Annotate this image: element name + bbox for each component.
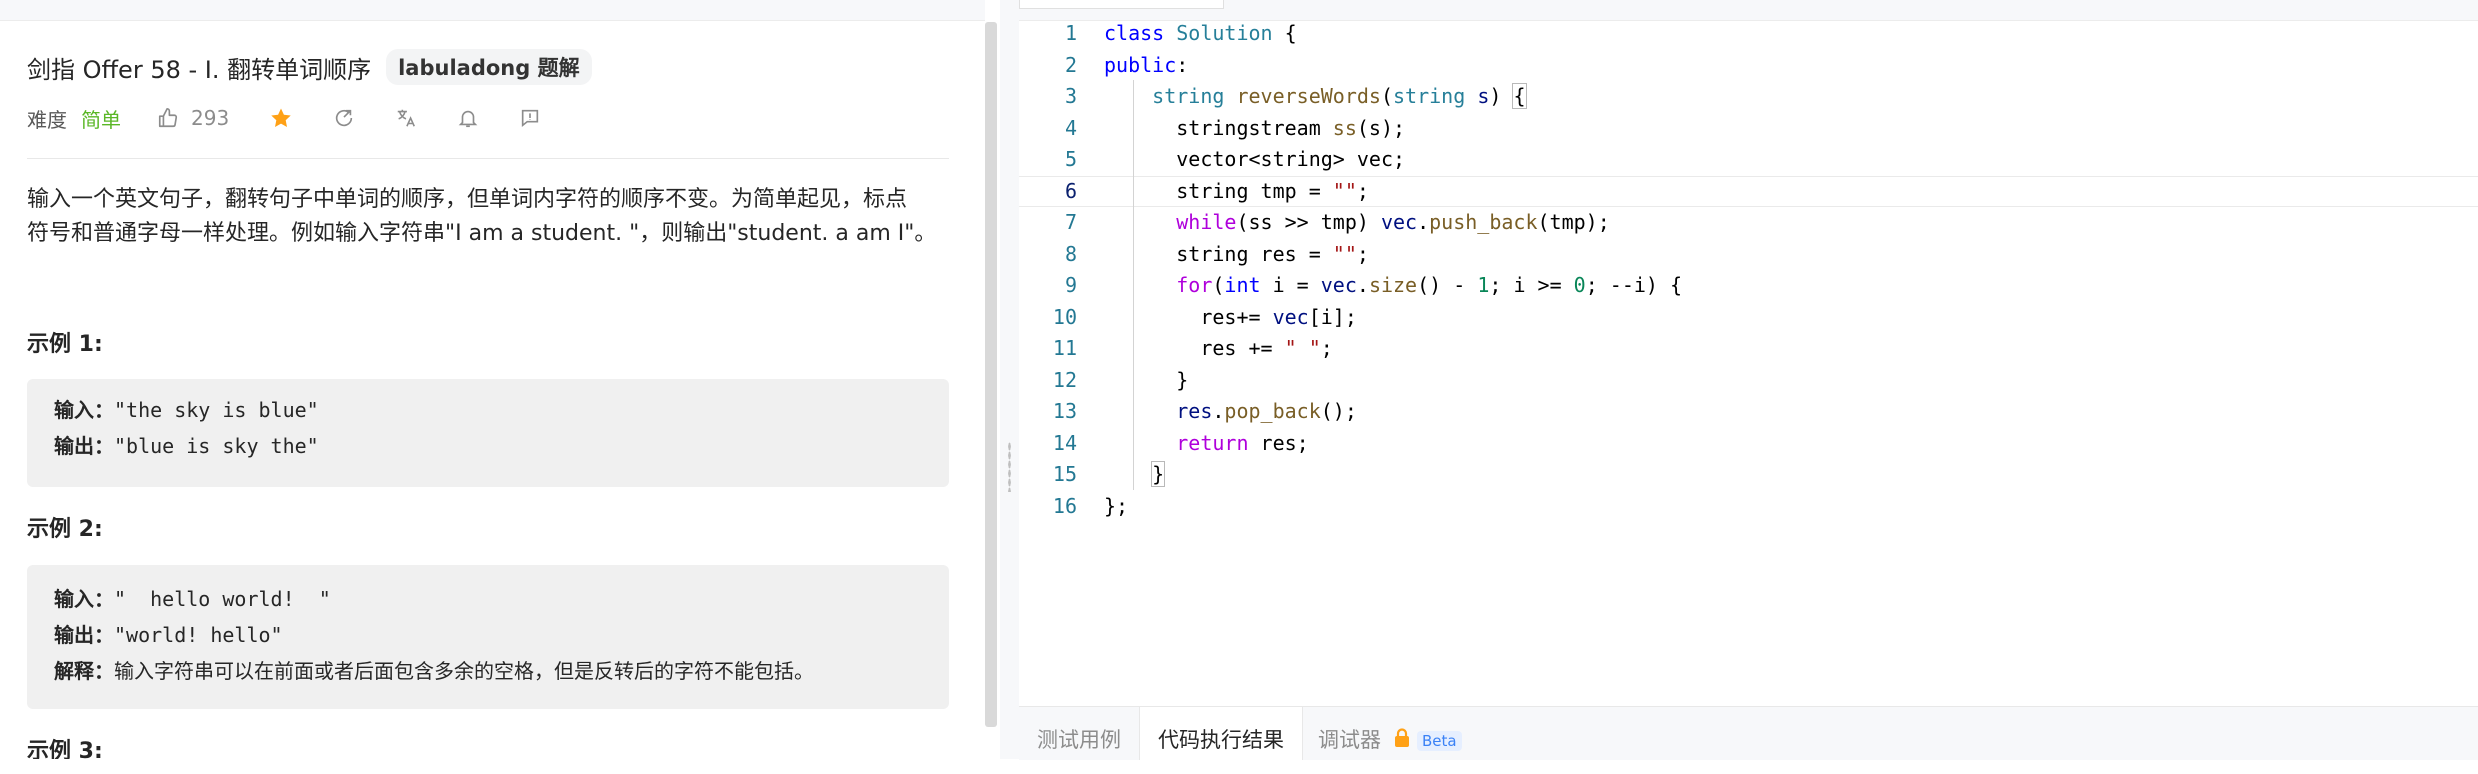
code-line-active: 6 string tmp = ""; [1019,175,2478,207]
example-2-title: 示例 2: [27,517,103,542]
editor-tab[interactable] [1019,0,1224,9]
line-number: 14 [1052,430,1077,455]
code-line: 8 string res = ""; [1019,239,2478,271]
description-line: 输入一个英文句子，翻转句子中单词的顺序，但单词内字符的顺序不变。为简单起见，标点 [27,187,908,212]
difficulty-value: 简单 [81,107,121,132]
code-line: 15 } [1019,459,2478,491]
input-label: 输入： [54,587,114,611]
meta-row: 难度 简单 293 [27,101,541,135]
code-line: 10 res+= vec[i]; [1019,302,2478,334]
tab-test-cases[interactable]: 测试用例 [1037,707,1121,760]
code-line: 14 return res; [1019,428,2478,460]
code-line: 11 res += " "; [1019,333,2478,365]
problem-panel: 剑指 Offer 58 - I. 翻转单词顺序 labuladong 题解 难度… [0,0,985,759]
output-value: "blue is sky the" [114,434,319,458]
code-line: 1 class Solution { [1019,18,2478,50]
input-label: 输入： [54,398,114,422]
line-number: 1 [1064,21,1077,45]
example-1-box: 输入："the sky is blue" 输出："blue is sky the… [27,379,949,487]
difficulty-label: 难度 [27,107,67,132]
input-value: "the sky is blue" [114,398,319,422]
explain-label: 解释： [54,659,114,683]
panel-tab-strip [0,0,985,21]
bottom-tab-bar: 测试用例 代码执行结果 调试器 Beta [1019,706,2478,760]
problem-title: 剑指 Offer 58 - I. 翻转单词顺序 [27,55,372,84]
panel-splitter[interactable] [1000,0,1019,759]
example-output: 输出："world! hello" [27,617,949,653]
output-value: "world! hello" [114,623,283,647]
line-number: 5 [1064,147,1077,171]
example-3-title: 示例 3: [27,739,103,759]
example-input: 输入：" hello world! " [27,581,949,617]
line-number: 3 [1064,84,1077,108]
share-icon[interactable] [333,107,355,129]
example-2-box: 输入：" hello world! " 输出："world! hello" 解释… [27,565,949,709]
input-value: " hello world! " [114,587,331,611]
line-number: 2 [1064,52,1077,77]
line-number: 10 [1052,304,1077,329]
line-number: 9 [1064,273,1077,297]
tab-run-result[interactable]: 代码执行结果 [1139,707,1303,760]
example-output: 输出："blue is sky the" [27,428,949,464]
bell-icon[interactable] [457,107,479,129]
example-input: 输入："the sky is blue" [27,392,949,428]
lock-icon [1393,708,1411,774]
beta-badge: Beta [1417,731,1462,751]
indent-guide [1133,80,1134,490]
line-number: 8 [1064,241,1077,266]
translate-icon[interactable] [395,107,417,129]
code-line: 13 res.pop_back(); [1019,396,2478,428]
example-1-title: 示例 1: [27,332,103,357]
line-number: 12 [1052,367,1077,392]
line-number: 13 [1052,399,1077,423]
code-lines[interactable]: 1 class Solution { 2 public: 3 string reve… [1019,18,2478,522]
code-line: 12 } [1019,365,2478,397]
like-count: 293 [191,106,230,130]
title-row: 剑指 Offer 58 - I. 翻转单词顺序 labuladong 题解 [27,49,592,85]
explain-value: 输入字符串可以在前面或者后面包含多余的空格，但是反转后的字符不能包括。 [114,659,814,683]
example-explanation: 解释：输入字符串可以在前面或者后面包含多余的空格，但是反转后的字符不能包括。 [27,653,949,689]
code-editor[interactable]: 1 class Solution { 2 public: 3 string reve… [1019,0,2478,706]
description-line: 符号和普通字母一样处理。例如输入字符串"I am a student. "，则输… [27,221,937,246]
line-number: 15 [1052,462,1077,486]
drag-handle-icon[interactable] [1008,442,1011,492]
code-line: 2 public: [1019,50,2478,82]
code-line: 9 for(int i = vec.size() - 1; i >= 0; --… [1019,270,2478,302]
debugger-label: 调试器 [1318,728,1381,752]
line-number: 6 [1064,178,1077,203]
code-line: 5 vector<string> vec; [1019,144,2478,176]
scrollbar[interactable] [985,22,997,727]
line-number: 11 [1052,336,1077,360]
divider [27,158,949,159]
line-number: 7 [1064,210,1077,234]
output-label: 输出： [54,623,114,647]
thumbs-up-icon[interactable] [157,107,179,129]
output-label: 输出： [54,434,114,458]
feedback-icon[interactable] [519,107,541,129]
tab-debugger[interactable]: 调试器 Beta [1318,707,1462,760]
line-number: 4 [1064,115,1077,140]
code-line: 7 while(ss >> tmp) vec.push_back(tmp); [1019,207,2478,239]
code-line: 4 stringstream ss(s); [1019,113,2478,145]
star-icon[interactable] [269,106,293,130]
code-line: 16}; [1019,491,2478,523]
line-number: 16 [1052,493,1077,518]
code-line: 3 string reverseWords(string s) { [1019,81,2478,113]
solution-tag[interactable]: labuladong 题解 [386,49,592,85]
problem-description: 输入一个英文句子，翻转句子中单词的顺序，但单词内字符的顺序不变。为简单起见，标点… [27,183,957,251]
